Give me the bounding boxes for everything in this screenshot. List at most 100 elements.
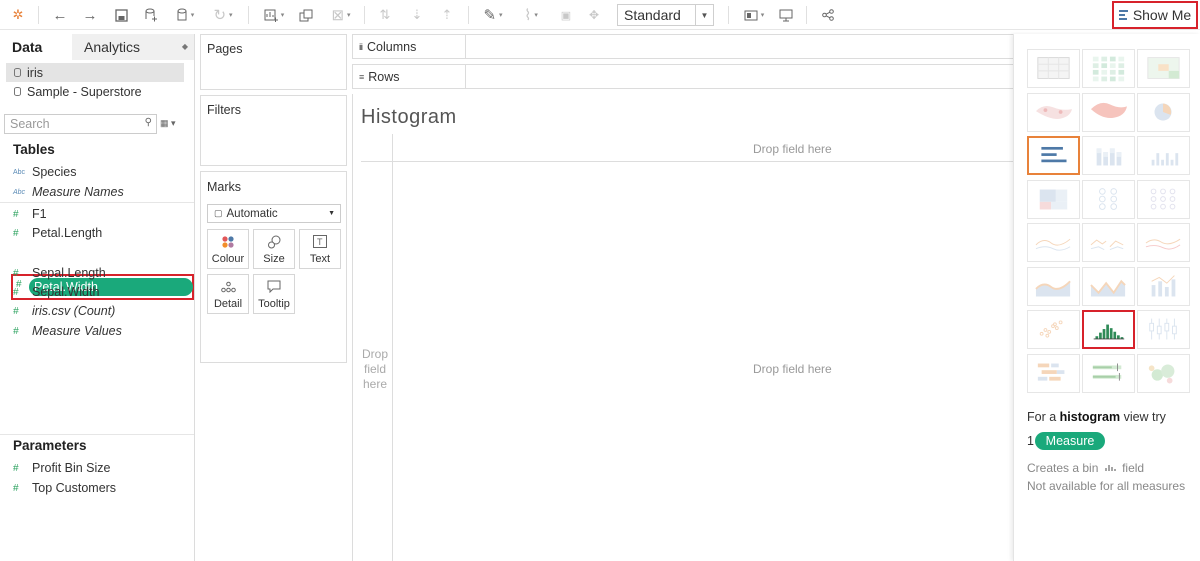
toolbar: ✲ ← → ▾ ↻ ▾ ▾ ⊠ ▾ ⇅ ⇣ ⇡ ✎ ▾ ⌇ ▾ ▣ ✥ Standard… [0, 0, 1200, 30]
chart-type-treemap[interactable] [1027, 179, 1080, 219]
field-iris-count[interactable]: # iris.csv (Count) [13, 302, 115, 320]
drop-zone-rows[interactable]: Drop field here [361, 347, 389, 392]
datasource-iris[interactable]: iris [6, 63, 184, 82]
fit-icon[interactable]: ▾ [738, 4, 770, 26]
field-sepal-length[interactable]: # Sepal.Length [13, 264, 106, 282]
search-input[interactable]: Search ⚲ [4, 114, 157, 134]
show-me-icon [1118, 10, 1128, 20]
text-button[interactable]: T Text [299, 229, 341, 269]
clear-icon[interactable]: ⊠ ▾ [326, 4, 356, 26]
size-button[interactable]: Size [253, 229, 295, 269]
chart-type-scatter-plot[interactable] [1027, 310, 1080, 349]
tab-data[interactable]: Data [0, 34, 72, 60]
presentation-icon[interactable] [776, 4, 796, 26]
requirement-measure-pill: Measure [1035, 432, 1105, 450]
field-sepal-width[interactable]: # Sepal.Width [13, 283, 99, 301]
filters-card[interactable]: Filters [200, 95, 347, 166]
size-label: Size [263, 253, 285, 265]
show-me-button[interactable]: Show Me [1112, 1, 1198, 29]
field-f1[interactable]: # F1 [13, 205, 47, 223]
colour-icon [221, 230, 235, 253]
worksheet-title[interactable]: Histogram [361, 106, 457, 129]
sort-desc-icon[interactable]: ⇡ [437, 4, 457, 26]
field-petal-length[interactable]: # Petal.Length [13, 224, 102, 242]
chart-type-circle-view[interactable] [1082, 179, 1135, 219]
chart-type-side-by-side-bars[interactable] [1137, 136, 1190, 175]
columns-shelf-label: iii Columns [353, 35, 466, 58]
field-label: Measure Names [32, 185, 124, 199]
highlight-icon[interactable]: ✎ ▾ [478, 4, 508, 26]
param-profit-bin-size[interactable]: # Profit Bin Size [13, 459, 111, 477]
show-me-label: Show Me [1132, 7, 1192, 23]
tab-analytics[interactable]: Analytics ◆ [72, 34, 194, 60]
chart-type-horizontal-bars[interactable] [1027, 136, 1080, 175]
group-icon[interactable]: ⌇ ▾ [516, 4, 546, 26]
field-label: iris.csv (Count) [32, 304, 116, 318]
chart-type-filled-map[interactable] [1082, 92, 1135, 132]
refresh-icon[interactable]: ↻ ▾ [208, 4, 238, 26]
chart-type-histogram[interactable] [1082, 310, 1135, 349]
text-label: Text [309, 253, 331, 265]
side-by-side-circles-icon [1150, 188, 1176, 209]
number-type-icon: # [13, 286, 19, 298]
duplicate-icon[interactable] [296, 4, 316, 26]
chart-type-pie-chart[interactable] [1137, 92, 1190, 132]
filled-map-icon [1090, 102, 1127, 118]
redo-icon[interactable]: → [80, 4, 100, 26]
tableau-logo-icon[interactable]: ✲ [8, 4, 28, 26]
field-measure-names[interactable]: Abc Measure Names [13, 183, 124, 201]
chart-type-symbol-map[interactable] [1027, 92, 1080, 132]
chart-type-area-continuous[interactable] [1027, 266, 1080, 306]
field-label: Species [32, 165, 77, 179]
new-worksheet-icon[interactable]: ▾ [258, 4, 290, 26]
chart-type-side-by-side-circles[interactable] [1137, 179, 1190, 219]
circle-view-icon [1099, 187, 1118, 210]
hint-suffix: view try [1120, 410, 1166, 424]
view-options-icon[interactable]: ▦ ▾ [160, 118, 176, 129]
labels-icon[interactable]: ▣ [556, 4, 576, 26]
detail-button[interactable]: Detail [207, 274, 249, 314]
drop-zone-columns[interactable]: Drop field here [753, 142, 832, 156]
detail-icon [220, 275, 236, 298]
sort-asc-icon[interactable]: ⇣ [407, 4, 427, 26]
show-me-panel: For a histogram view try 1 Measure Creat… [1013, 34, 1200, 561]
undo-icon[interactable]: ← [50, 4, 70, 26]
tooltip-icon [267, 275, 281, 298]
data-pane: Data Analytics ◆ iris Sample - Superstor… [0, 34, 195, 561]
fix-axes-icon[interactable]: ✥ [584, 4, 604, 26]
mark-type-select[interactable]: ▢ Automatic ▼ [207, 204, 341, 223]
chart-type-continuous-lines[interactable] [1027, 223, 1080, 262]
pane-menu-icon[interactable]: ◆ [182, 42, 188, 51]
drop-zone-center[interactable]: Drop field here [753, 362, 832, 376]
chart-type-text-table[interactable] [1027, 49, 1080, 88]
colour-button[interactable]: Colour [207, 229, 249, 269]
field-label: Sepal.Width [32, 285, 100, 299]
datasource-superstore[interactable]: Sample - Superstore [0, 82, 194, 101]
database-icon [14, 68, 21, 77]
chart-type-gantt-chart[interactable] [1027, 353, 1080, 393]
share-icon[interactable] [818, 4, 838, 26]
chart-type-bullet-graph[interactable] [1082, 353, 1135, 393]
parameters-title: Parameters [13, 438, 87, 453]
chart-type-heat-map[interactable] [1082, 49, 1135, 88]
field-species[interactable]: Abc Species [13, 163, 76, 181]
bin-icon [1104, 465, 1116, 471]
chart-type-packed-bubbles[interactable] [1137, 353, 1190, 393]
requirement-count: 1 [1027, 434, 1034, 448]
chart-type-area-discrete[interactable] [1082, 266, 1135, 306]
chart-type-dual-lines[interactable] [1137, 223, 1190, 262]
chart-type-dual-combination[interactable] [1137, 266, 1190, 306]
new-datasource-icon[interactable] [140, 4, 162, 26]
chart-type-stacked-bars[interactable] [1082, 136, 1135, 175]
param-top-customers[interactable]: # Top Customers [13, 479, 116, 497]
chart-type-highlight-table[interactable] [1137, 49, 1190, 88]
pause-updates-icon[interactable]: ▾ [170, 4, 200, 26]
pages-card[interactable]: Pages [200, 34, 347, 90]
save-icon[interactable] [111, 4, 131, 26]
swap-icon[interactable]: ⇅ [375, 4, 395, 26]
chart-type-discrete-lines[interactable] [1082, 223, 1135, 262]
field-measure-values[interactable]: # Measure Values [13, 322, 122, 340]
chart-type-box-and-whisker[interactable] [1137, 310, 1190, 349]
tooltip-button[interactable]: Tooltip [253, 274, 295, 314]
view-size-select[interactable]: Standard ▼ [617, 4, 714, 26]
